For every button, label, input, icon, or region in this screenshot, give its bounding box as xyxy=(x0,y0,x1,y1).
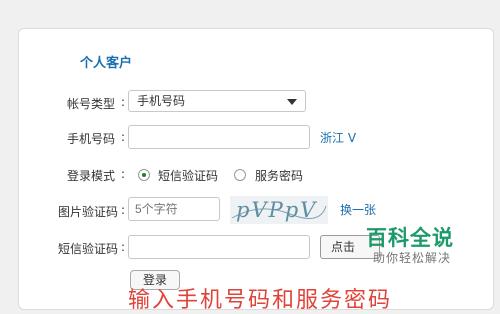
captcha-image[interactable]: pVPpV xyxy=(230,196,328,224)
service-password-option-label[interactable]: 服务密码 xyxy=(255,167,303,184)
phone-input[interactable] xyxy=(128,125,310,149)
watermark-title: 百科全说 xyxy=(366,226,454,250)
sms-code-label: 短信验证码 xyxy=(58,242,119,256)
image-code-label: 图片验证码 xyxy=(58,205,119,219)
colon: : xyxy=(121,167,126,181)
region-link[interactable]: 浙江 V xyxy=(320,129,356,146)
colon: : xyxy=(121,95,126,109)
service-password-radio[interactable] xyxy=(234,169,246,181)
colon: : xyxy=(121,130,126,144)
watermark-subtitle: 助你轻松解决 xyxy=(373,251,452,265)
account-type-label: 帐号类型 xyxy=(67,97,116,111)
colon: : xyxy=(121,240,126,254)
instruction-caption: 输入手机号码和服务密码 xyxy=(128,288,393,313)
sms-code-input[interactable] xyxy=(128,235,310,259)
colon: : xyxy=(121,203,126,217)
account-type-value: 手机号码 xyxy=(137,94,186,108)
chevron-down-icon xyxy=(287,99,297,105)
sms-code-option-label[interactable]: 短信验证码 xyxy=(158,167,218,184)
image-code-input[interactable] xyxy=(128,197,220,221)
refresh-captcha-link[interactable]: 换一张 xyxy=(340,201,376,218)
phone-label: 手机号码 xyxy=(67,132,116,146)
page-title: 个人客户 xyxy=(80,56,133,71)
account-type-select[interactable]: 手机号码 xyxy=(128,90,306,112)
captcha-text: pVPpV xyxy=(236,198,317,222)
login-mode-label: 登录模式 xyxy=(67,169,116,183)
sms-code-radio[interactable] xyxy=(138,169,150,181)
